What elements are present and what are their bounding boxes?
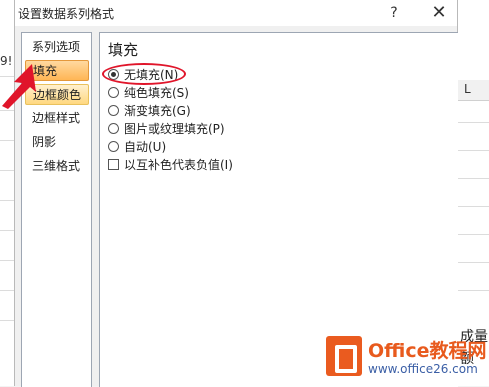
grid-line [456,122,489,123]
spreadsheet-background-right: L 成量 额 [456,0,489,386]
option-label: 纯色填充(S) [124,86,189,100]
watermark-logo: Office教程网 www.office26.com [326,336,487,378]
close-button[interactable]: ✕ [427,1,451,25]
option-label: 以互补色代表负值(I) [124,158,233,172]
checkbox[interactable] [108,159,119,170]
red-arrow-icon [2,64,36,109]
watermark-name: Office教程网 [368,340,487,362]
column-header [456,80,489,101]
highlight-ellipse [102,63,186,85]
grid-line [456,290,489,291]
grid-line [0,110,14,111]
grid-line [456,262,489,263]
radio-unselected[interactable] [108,105,119,116]
gradient-fill-option[interactable]: 渐变填充(G) [108,103,191,119]
nav-item-series-options[interactable]: 系列选项 [25,37,89,58]
grid-line [456,234,489,235]
grid-line [456,178,489,179]
grid-line [0,320,14,321]
grid-line [0,200,14,201]
grid-line [0,290,14,291]
picture-texture-fill-option[interactable]: 图片或纹理填充(P) [108,121,225,137]
solid-fill-option[interactable]: 纯色填充(S) [108,85,189,101]
grid-line [456,150,489,151]
help-button[interactable]: ? [383,2,405,24]
column-header-label: L [464,82,471,96]
watermark-url: www.office26.com [368,362,478,376]
grid-line [0,170,14,171]
radio-unselected[interactable] [108,141,119,152]
option-label: 自动(U) [124,140,167,154]
invert-if-negative-option[interactable]: 以互补色代表负值(I) [108,157,233,173]
office-logo-icon [326,336,362,376]
automatic-fill-option[interactable]: 自动(U) [108,139,166,155]
radio-unselected[interactable] [108,87,119,98]
radio-unselected[interactable] [108,123,119,134]
spreadsheet-background-left: 9! [0,0,14,386]
nav-item-shadow[interactable]: 阴影 [25,132,89,153]
nav-item-border-style[interactable]: 边框样式 [25,108,89,129]
grid-line [0,140,14,141]
dialog-titlebar: 设置数据系列格式 ? ✕ [15,0,457,26]
grid-line [456,206,489,207]
option-label: 图片或纹理填充(P) [124,122,225,136]
option-label: 渐变填充(G) [124,104,191,118]
section-title: 填充 [108,41,139,59]
fill-panel: 填充 无填充(N) 纯色填充(S) 渐变填充(G) 图片或纹理填充(P) 自动(… [99,32,458,387]
grid-line [0,260,14,261]
format-data-series-dialog: 设置数据系列格式 ? ✕ 系列选项 填充 边框颜色 边框样式 阴影 三维格式 填… [14,0,458,387]
dialog-title: 设置数据系列格式 [18,7,115,21]
grid-line [0,230,14,231]
nav-item-3d-format[interactable]: 三维格式 [25,156,89,177]
